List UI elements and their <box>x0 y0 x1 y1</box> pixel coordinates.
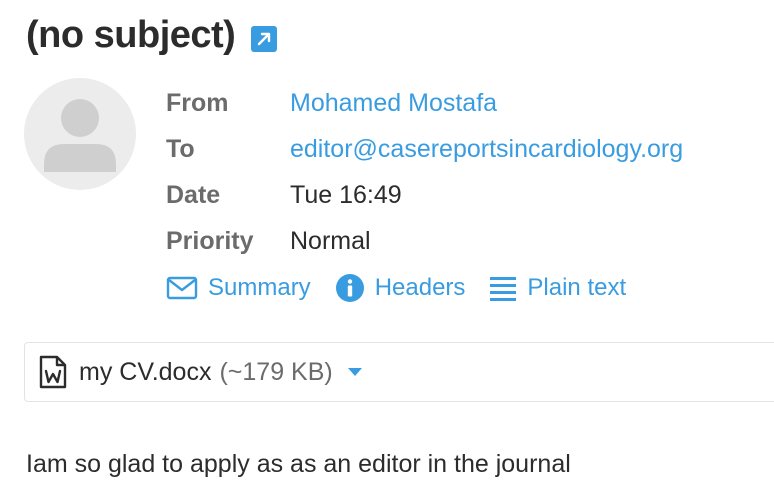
summary-link[interactable]: Summary <box>166 274 311 302</box>
message-body: Iam so glad to apply as as an editor in … <box>26 450 571 478</box>
priority-label: Priority <box>166 226 254 255</box>
recipient-link[interactable]: editor@casereportsincardiology.org <box>290 135 683 164</box>
from-row: From Mohamed Mostafa <box>166 80 683 126</box>
from-label: From <box>166 88 229 117</box>
sender-link[interactable]: Mohamed Mostafa <box>290 89 497 118</box>
plain-text-link[interactable]: Plain text <box>489 274 626 302</box>
envelope-icon <box>166 276 198 300</box>
attachment-size: (~179 KB) <box>219 357 333 386</box>
word-file-icon <box>39 355 67 389</box>
attachment-item[interactable]: my CV.docx (~179 KB) <box>24 342 774 402</box>
avatar <box>24 78 136 190</box>
message-headers: From Mohamed Mostafa To editor@caserepor… <box>166 80 683 264</box>
view-mode-links: Summary Headers Plain text <box>166 273 650 303</box>
date-label: Date <box>166 180 221 209</box>
priority-value: Normal <box>290 226 371 255</box>
headers-label: Headers <box>374 274 466 301</box>
plain-text-label: Plain text <box>527 274 627 301</box>
subject-header: (no subject) <box>26 14 278 57</box>
message-subject: (no subject) <box>26 14 236 56</box>
date-row: Date Tue 16:49 <box>166 172 683 218</box>
date-value: Tue 16:49 <box>290 180 402 209</box>
to-row: To editor@casereportsincardiology.org <box>166 126 683 172</box>
attachment-name[interactable]: my CV.docx <box>79 358 211 387</box>
info-icon <box>335 274 364 302</box>
open-in-new-window-icon[interactable] <box>251 25 278 52</box>
priority-row: Priority Normal <box>166 218 683 264</box>
to-label: To <box>166 134 195 163</box>
headers-link[interactable]: Headers <box>335 273 466 303</box>
text-lines-icon <box>490 277 517 301</box>
summary-label: Summary <box>208 274 311 301</box>
user-placeholder-icon <box>44 99 116 172</box>
chevron-down-icon[interactable] <box>347 367 363 377</box>
